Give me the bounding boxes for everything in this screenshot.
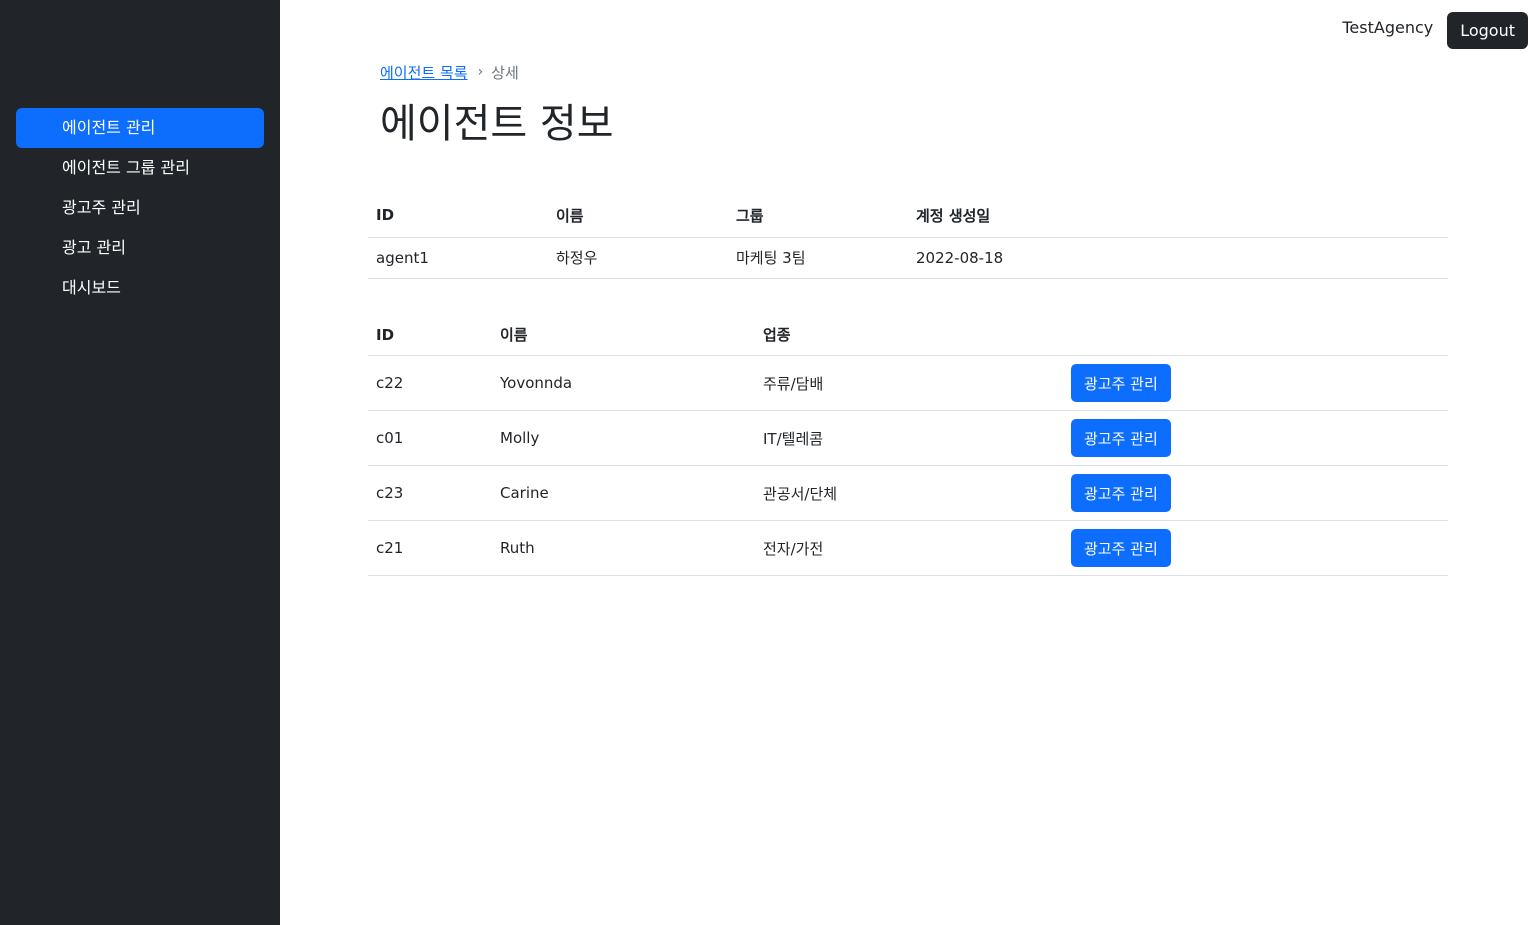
agent-info-table: ID 이름 그룹 계정 생성일 agent1 하정우 마케팅 3팀 2022-0… [368,194,1448,279]
agent-group-cell: 마케팅 3팀 [728,237,908,279]
page-title: 에이전트 정보 [380,101,614,147]
current-user-name: TestAgency [1342,18,1434,37]
agent-id-cell: agent1 [368,237,548,279]
sidebar-item-agent-management[interactable]: 에이전트 관리 [16,108,264,148]
sidebar-item-dashboard[interactable]: 대시보드 [16,268,264,308]
advertiser-name-cell: Yovonnda [492,355,755,411]
logout-button[interactable]: Logout [1447,12,1528,49]
table-header-row: ID 이름 업종 [368,314,1448,356]
manage-advertiser-button[interactable]: 광고주 관리 [1071,529,1171,567]
sidebar-item-ad-management[interactable]: 광고 관리 [16,228,264,268]
advertiser-name-cell: Carine [492,465,755,521]
column-header-id: ID [368,314,492,356]
sidebar-item-advertiser-management[interactable]: 광고주 관리 [16,188,264,228]
breadcrumb: 에이전트 목록 › 상세 [368,60,1448,84]
manage-advertiser-button[interactable]: 광고주 관리 [1071,364,1171,402]
advertiser-industry-cell: 관공서/단체 [755,465,1063,521]
advertiser-industry-cell: IT/텔레콤 [755,410,1063,466]
table-header-row: ID 이름 그룹 계정 생성일 [368,194,1448,238]
advertiser-id-cell: c22 [368,355,492,411]
agent-created-date-cell: 2022-08-18 [908,237,1448,279]
action-cell: 광고주 관리 [1063,410,1448,466]
advertiser-name-cell: Ruth [492,520,755,576]
topbar: TestAgency Logout [1342,12,1528,49]
column-header-id: ID [368,194,548,238]
column-header-created-date: 계정 생성일 [908,194,1448,238]
column-header-industry: 업종 [755,314,1063,356]
advertiser-industry-cell: 주류/담배 [755,355,1063,411]
column-header-action [1063,314,1448,356]
breadcrumb-agent-list-link[interactable]: 에이전트 목록 [380,62,468,83]
manage-advertiser-button[interactable]: 광고주 관리 [1071,419,1171,457]
table-row: agent1 하정우 마케팅 3팀 2022-08-18 [368,237,1448,279]
advertiser-industry-cell: 전자/가전 [755,520,1063,576]
advertiser-id-cell: c01 [368,410,492,466]
column-header-name: 이름 [492,314,755,356]
table-row: c01 Molly IT/텔레콤 광고주 관리 [368,410,1448,466]
table-row: c23 Carine 관공서/단체 광고주 관리 [368,465,1448,521]
advertiser-table: ID 이름 업종 c22 Yovonnda 주류/담배 광고주 관리 c01 M… [368,314,1448,576]
advertiser-name-cell: Molly [492,410,755,466]
sidebar: 에이전트 관리 에이전트 그룹 관리 광고주 관리 광고 관리 대시보드 [0,0,280,925]
column-header-group: 그룹 [728,194,908,238]
table-row: c21 Ruth 전자/가전 광고주 관리 [368,520,1448,576]
advertiser-id-cell: c21 [368,520,492,576]
manage-advertiser-button[interactable]: 광고주 관리 [1071,474,1171,512]
main-content: 에이전트 목록 › 상세 에이전트 정보 ID 이름 그룹 계정 생성일 age… [368,60,1448,576]
chevron-right-icon: › [477,64,484,80]
advertiser-id-cell: c23 [368,465,492,521]
action-cell: 광고주 관리 [1063,520,1448,576]
table-row: c22 Yovonnda 주류/담배 광고주 관리 [368,355,1448,411]
breadcrumb-current: 상세 [491,63,519,82]
agent-name-cell: 하정우 [548,237,728,279]
action-cell: 광고주 관리 [1063,355,1448,411]
sidebar-item-agent-group-management[interactable]: 에이전트 그룹 관리 [16,148,264,188]
column-header-name: 이름 [548,194,728,238]
action-cell: 광고주 관리 [1063,465,1448,521]
